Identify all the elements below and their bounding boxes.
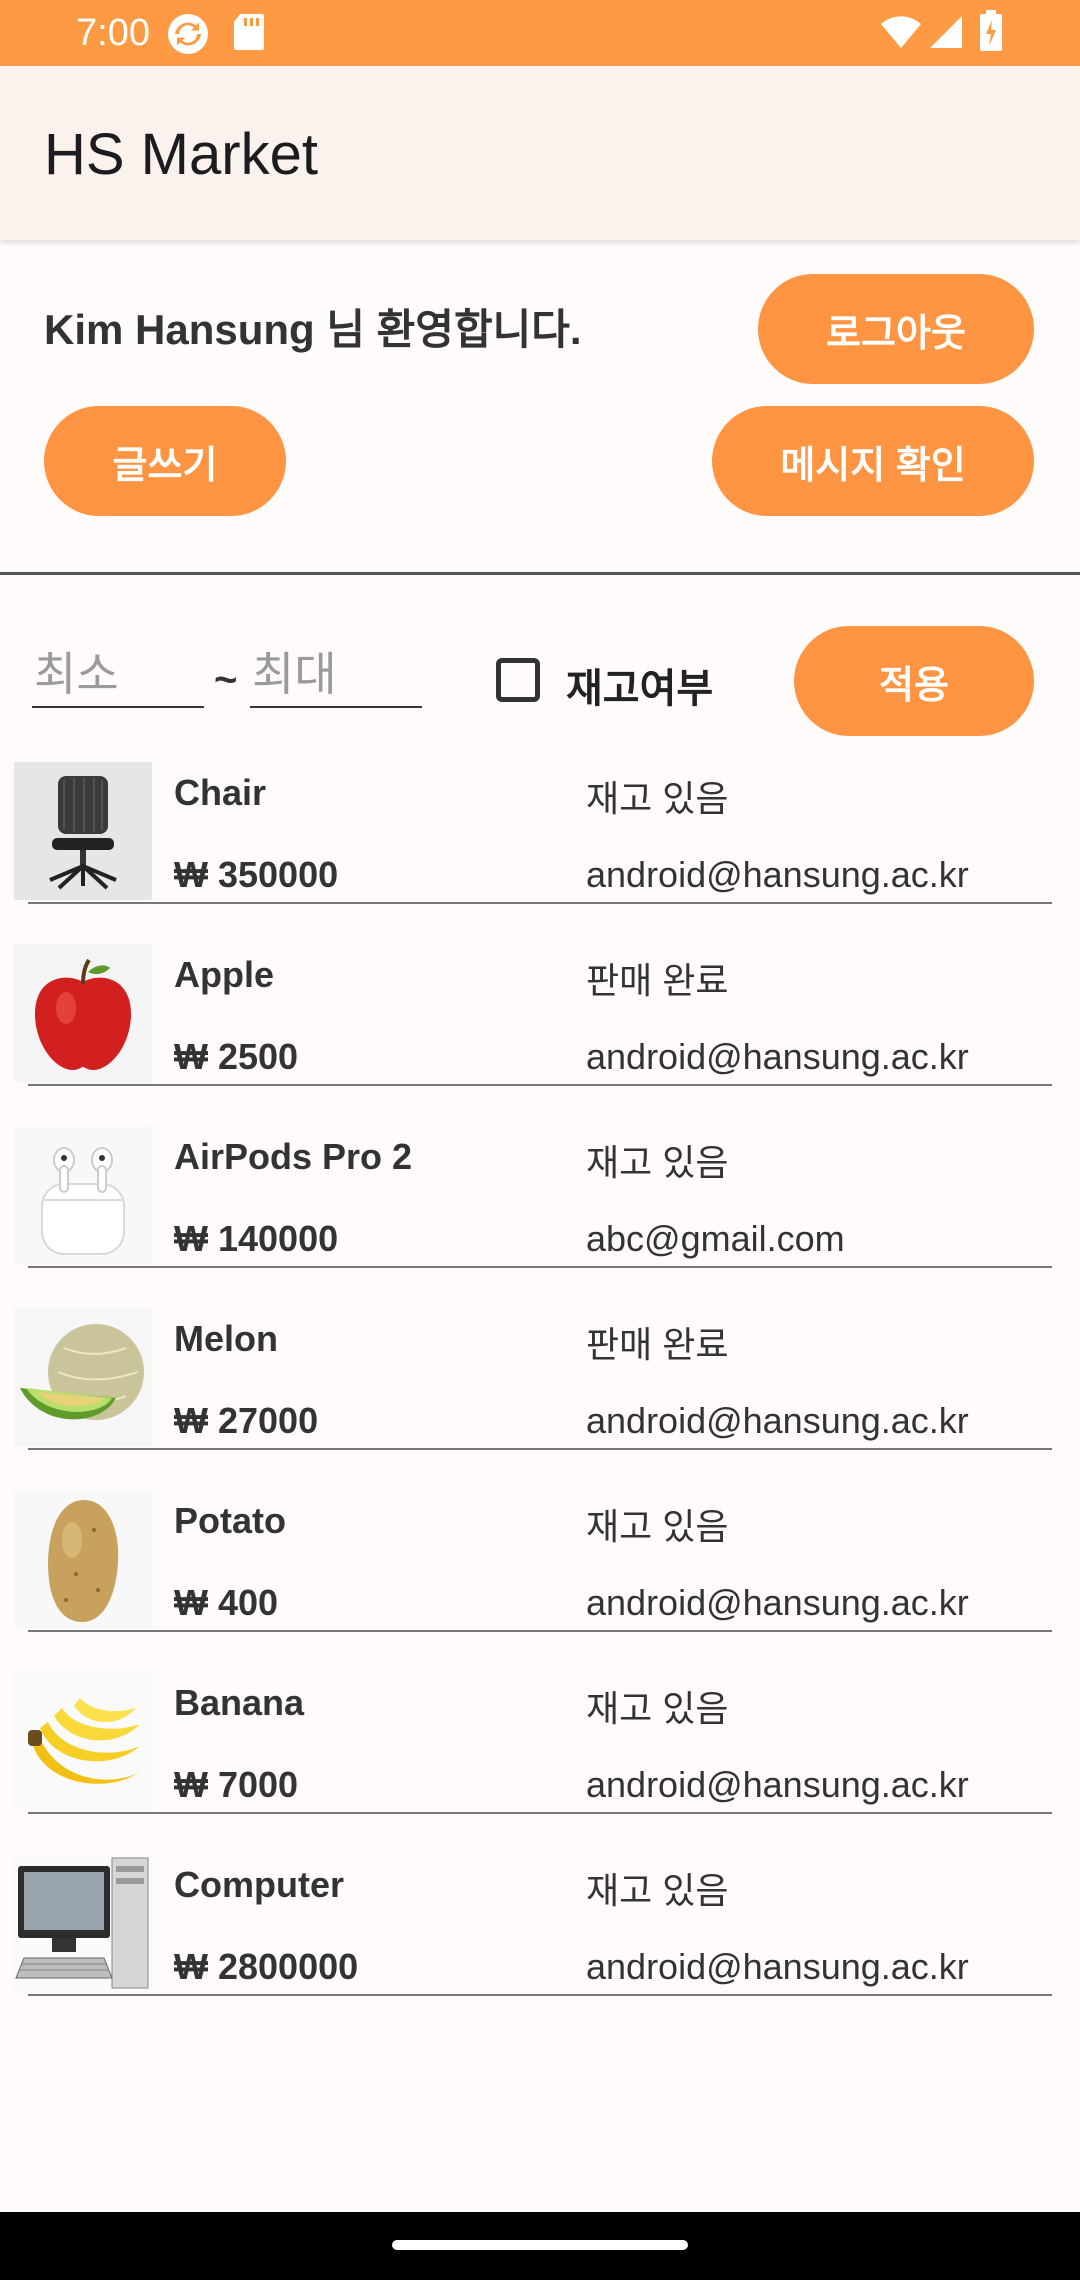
- product-price: ₩ 400: [174, 1582, 279, 1623]
- app-title: HS Market: [44, 122, 318, 187]
- product-price: ₩ 2800000: [174, 1946, 359, 1987]
- product-name: Chair: [174, 772, 267, 813]
- signal-icon: [928, 14, 964, 55]
- min-price-placeholder: 최소: [34, 648, 119, 700]
- product-status: 재고 있음: [586, 1506, 729, 1547]
- seller-email: android@hansung.ac.kr: [586, 1946, 969, 1987]
- app-bar: HS Market: [0, 66, 1080, 240]
- home-gesture-handle[interactable]: [392, 2240, 688, 2250]
- row-divider: [28, 1448, 1052, 1450]
- max-price-placeholder: 최대: [252, 648, 337, 700]
- seller-email: android@hansung.ac.kr: [586, 1764, 969, 1805]
- status-time: 7:00: [76, 12, 150, 54]
- list-item[interactable]: Banana ₩ 7000 재고 있음 android@hansung.ac.k…: [0, 1660, 1080, 1842]
- banana-image: [14, 1672, 152, 1810]
- potato-image: [14, 1490, 152, 1628]
- list-item[interactable]: Melon ₩ 27000 판매 완료 android@hansung.ac.k…: [0, 1296, 1080, 1478]
- product-price: ₩ 2500: [174, 1036, 299, 1077]
- sync-icon: [166, 12, 210, 61]
- navigation-bar: [0, 2212, 1080, 2280]
- product-status: 판매 완료: [586, 1324, 729, 1365]
- product-price: ₩ 140000: [174, 1218, 339, 1259]
- seller-email: android@hansung.ac.kr: [586, 1036, 969, 1077]
- stock-checkbox[interactable]: [496, 658, 540, 702]
- airpods-image: [14, 1126, 152, 1264]
- seller-email: android@hansung.ac.kr: [586, 854, 969, 895]
- melon-image: [14, 1308, 152, 1446]
- list-item[interactable]: Apple ₩ 2500 판매 완료 android@hansung.ac.kr: [0, 932, 1080, 1114]
- computer-image: [14, 1854, 152, 1992]
- min-price-input[interactable]: 최소: [32, 630, 204, 708]
- sd-card-icon: [232, 12, 266, 57]
- row-divider: [28, 1266, 1052, 1268]
- row-divider: [28, 1994, 1052, 1996]
- product-status: 재고 있음: [586, 1142, 729, 1183]
- seller-email: android@hansung.ac.kr: [586, 1400, 969, 1441]
- logout-button[interactable]: 로그아웃: [758, 274, 1034, 384]
- product-price: ₩ 7000: [174, 1764, 299, 1805]
- row-divider: [28, 902, 1052, 904]
- status-bar: 7:00: [0, 0, 1080, 66]
- list-item[interactable]: Computer ₩ 2800000 재고 있음 android@hansung…: [0, 1842, 1080, 2024]
- product-status: 재고 있음: [586, 778, 729, 819]
- row-divider: [28, 1630, 1052, 1632]
- product-status: 판매 완료: [586, 960, 729, 1001]
- product-name: Computer: [174, 1864, 344, 1905]
- product-price: ₩ 27000: [174, 1400, 319, 1441]
- product-name: Potato: [174, 1500, 286, 1541]
- product-name: Apple: [174, 954, 275, 995]
- messages-button[interactable]: 메시지 확인: [712, 406, 1034, 516]
- max-price-input[interactable]: 최대: [250, 630, 422, 708]
- range-separator: ~: [214, 658, 238, 702]
- product-name: Melon: [174, 1318, 278, 1359]
- seller-email: abc@gmail.com: [586, 1218, 845, 1259]
- product-name: Banana: [174, 1682, 305, 1723]
- row-divider: [28, 1084, 1052, 1086]
- list-item[interactable]: AirPods Pro 2 ₩ 140000 재고 있음 abc@gmail.c…: [0, 1114, 1080, 1296]
- apple-image: [14, 944, 152, 1082]
- wifi-icon: [880, 14, 922, 55]
- apply-button[interactable]: 적용: [794, 626, 1034, 736]
- chair-image: [14, 762, 152, 900]
- product-price: ₩ 350000: [174, 854, 339, 895]
- list-item[interactable]: Potato ₩ 400 재고 있음 android@hansung.ac.kr: [0, 1478, 1080, 1660]
- seller-email: android@hansung.ac.kr: [586, 1582, 969, 1623]
- divider: [0, 572, 1080, 575]
- product-status: 재고 있음: [586, 1870, 729, 1911]
- battery-icon: [978, 10, 1004, 57]
- product-name: AirPods Pro 2: [174, 1136, 413, 1177]
- list-item[interactable]: Chair ₩ 350000 재고 있음 android@hansung.ac.…: [0, 750, 1080, 932]
- row-divider: [28, 1812, 1052, 1814]
- product-status: 재고 있음: [586, 1688, 729, 1729]
- welcome-message: Kim Hansung 님 환영합니다.: [44, 306, 582, 353]
- write-button[interactable]: 글쓰기: [44, 406, 286, 516]
- stock-checkbox-label[interactable]: 재고여부: [566, 656, 713, 714]
